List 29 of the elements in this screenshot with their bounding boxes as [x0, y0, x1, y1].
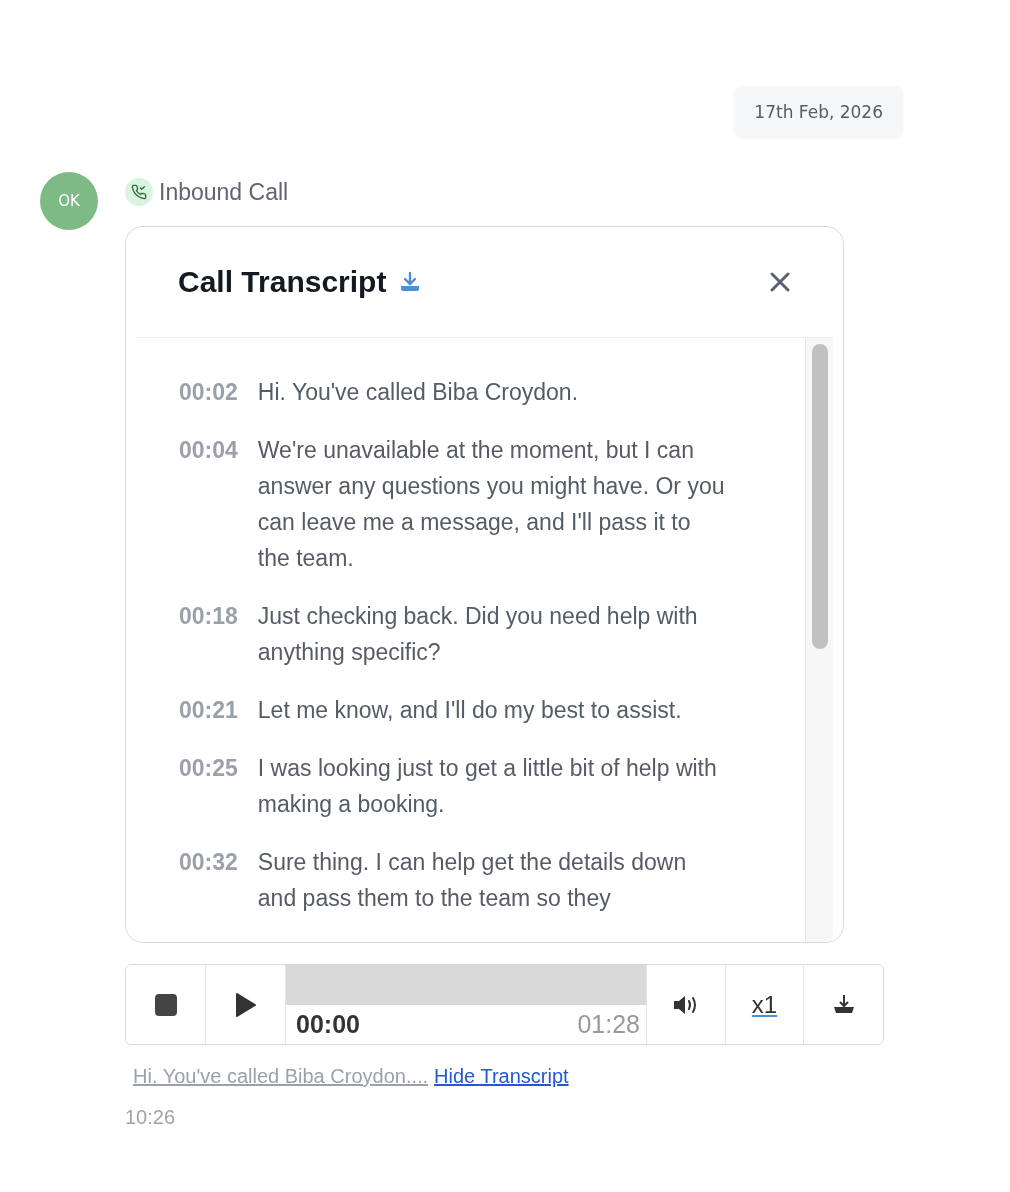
entry-time: 00:25	[179, 754, 238, 783]
entry-time: 00:18	[179, 602, 238, 631]
phone-icon	[125, 178, 153, 206]
call-type-label: Inbound Call	[159, 178, 289, 206]
message-time: 10:26	[125, 1106, 177, 1129]
stop-icon	[153, 992, 178, 1017]
stop-button[interactable]	[126, 965, 206, 1044]
entry-time: 00:02	[179, 378, 238, 407]
download-icon	[831, 993, 856, 1016]
scrollbar-thumb[interactable]	[811, 344, 828, 649]
entry-text: Let me know, and I'll do my best to assist.	[257, 696, 683, 725]
entry-time: 00:21	[179, 696, 238, 725]
close-icon[interactable]	[769, 271, 791, 293]
entry-text: I was looking just to get a little bit of help with making a booking.	[257, 754, 718, 819]
transcript-preview: Hi. You've called Biba Croydon....	[133, 1065, 429, 1087]
hide-transcript-link[interactable]: Hide Transcript	[434, 1065, 569, 1087]
elapsed-time: 00:00	[296, 1010, 360, 1039]
avatar: OK	[40, 172, 98, 230]
play-icon	[234, 991, 257, 1018]
entry-time: 00:04	[179, 436, 238, 465]
entry-time: 00:32	[179, 848, 238, 877]
entry-text: We're unavailable at the moment, but I can answer any questions you might have. Or you can leave me a message, and I'll pass it to the team.	[257, 436, 726, 573]
entry-text: Hi. You've called Biba Croydon.	[257, 378, 580, 407]
date-chip: 17th Feb, 2026	[734, 86, 903, 138]
entry-text: Sure thing. I can help get the details down and pass them to the team so they	[257, 848, 688, 913]
duration-time: 01:28	[577, 1010, 640, 1039]
progress-track[interactable]	[286, 965, 646, 1005]
entry-text: Just checking back. Did you need help with anything specific?	[257, 602, 699, 667]
card-title: Call Transcript	[178, 265, 387, 299]
